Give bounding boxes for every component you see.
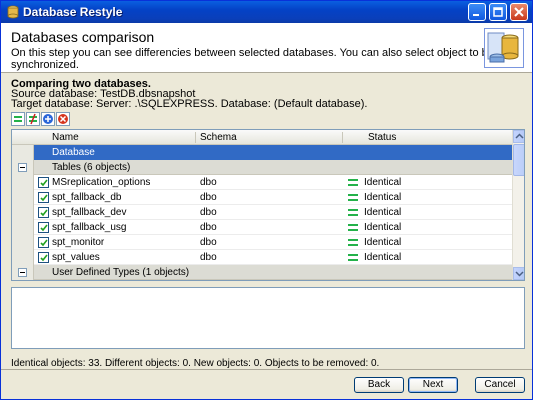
group-label: Tables (6 objects)	[52, 162, 131, 173]
target-database-label: Target database: Server: .\SQLEXPRESS. D…	[11, 98, 368, 110]
grid-vertical-scrollbar[interactable]	[512, 130, 524, 280]
close-icon	[514, 7, 524, 17]
maximize-button[interactable]	[489, 3, 507, 21]
object-schema: dbo	[200, 192, 217, 203]
show-removed-button[interactable]	[56, 112, 70, 126]
table-row[interactable]: spt_monitor dbo Identical	[12, 235, 512, 250]
window-title: Database Restyle	[23, 5, 123, 19]
sync-checkbox[interactable]	[38, 177, 49, 188]
table-row[interactable]: MSreplication_options dbo Identical	[12, 175, 512, 190]
comparison-info: Comparing two databases. Source database…	[11, 79, 368, 110]
object-status: Identical	[364, 252, 402, 263]
database-label: Database	[52, 147, 95, 158]
next-button[interactable]: Next	[408, 377, 458, 393]
comparison-grid[interactable]: Name Schema Status Database Tables (6 ob…	[11, 129, 525, 281]
table-row[interactable]: spt_fallback_usg dbo Identical	[12, 220, 512, 235]
group-row-tables[interactable]: Tables (6 objects)	[12, 160, 512, 175]
wizard-header: Databases comparison On this step you ca…	[1, 23, 532, 73]
add-circle-icon	[43, 114, 53, 124]
sync-checkbox[interactable]	[38, 237, 49, 248]
identical-icon	[348, 179, 358, 186]
sync-checkbox[interactable]	[38, 207, 49, 218]
object-status: Identical	[364, 207, 402, 218]
remove-circle-icon	[58, 114, 68, 124]
object-status: Identical	[364, 177, 402, 188]
object-name: MSreplication_options	[52, 177, 151, 188]
object-schema: dbo	[200, 222, 217, 233]
sync-checkbox[interactable]	[38, 222, 49, 233]
database-compare-icon	[484, 28, 524, 68]
identical-icon	[348, 224, 358, 231]
back-button[interactable]: Back	[354, 377, 404, 393]
database-app-icon	[7, 5, 19, 19]
scroll-thumb[interactable]	[513, 144, 524, 176]
object-schema: dbo	[200, 252, 217, 263]
object-name: spt_fallback_usg	[52, 222, 127, 233]
object-name: spt_values	[52, 252, 100, 263]
show-new-button[interactable]	[41, 112, 55, 126]
group-label: User Defined Types (1 objects)	[52, 267, 190, 278]
identical-icon	[348, 209, 358, 216]
checkmark-icon	[40, 179, 48, 187]
object-status: Identical	[364, 222, 402, 233]
checkmark-icon	[40, 194, 48, 202]
checkmark-icon	[40, 254, 48, 262]
identical-icon	[348, 239, 358, 246]
checkmark-icon	[40, 209, 48, 217]
object-name: spt_monitor	[52, 237, 105, 248]
minimize-icon	[473, 14, 479, 16]
wizard-window: Database Restyle Databases comparison On…	[0, 0, 533, 400]
object-schema: dbo	[200, 237, 217, 248]
group-row-user-defined-types[interactable]: User Defined Types (1 objects)	[12, 265, 512, 280]
cancel-button[interactable]: Cancel	[475, 377, 525, 393]
object-details-pane[interactable]	[11, 287, 525, 349]
object-schema: dbo	[200, 177, 217, 188]
checkmark-icon	[40, 239, 48, 247]
collapse-icon[interactable]	[18, 268, 27, 277]
table-row[interactable]: spt_fallback_db dbo Identical	[12, 190, 512, 205]
show-different-button[interactable]	[26, 112, 40, 126]
collapse-icon[interactable]	[18, 163, 27, 172]
footer-divider	[1, 369, 532, 370]
scroll-up-button[interactable]	[513, 130, 524, 143]
comparison-summary: Identical objects: 33. Different objects…	[11, 358, 380, 369]
title-bar[interactable]: Database Restyle	[1, 1, 532, 23]
minimize-button[interactable]	[468, 3, 486, 21]
object-schema: dbo	[200, 207, 217, 218]
page-title: Databases comparison	[11, 29, 155, 45]
checkmark-icon	[40, 224, 48, 232]
column-header-name[interactable]: Name	[52, 132, 79, 143]
object-status: Identical	[364, 192, 402, 203]
not-equal-icon	[29, 113, 37, 125]
sync-checkbox[interactable]	[38, 192, 49, 203]
chevron-up-icon	[515, 133, 524, 139]
chevron-down-icon	[515, 271, 524, 277]
object-name: spt_fallback_db	[52, 192, 122, 203]
object-status: Identical	[364, 237, 402, 248]
scroll-down-button[interactable]	[513, 267, 524, 280]
identical-icon	[348, 254, 358, 261]
table-row[interactable]: spt_fallback_dev dbo Identical	[12, 205, 512, 220]
grid-header: Name Schema Status	[12, 130, 512, 145]
show-identical-button[interactable]	[11, 112, 25, 126]
database-row[interactable]: Database	[12, 145, 512, 160]
column-header-status[interactable]: Status	[368, 132, 396, 143]
page-subtitle: On this step you can see differencies be…	[11, 47, 494, 71]
table-row[interactable]: spt_values dbo Identical	[12, 250, 512, 265]
identical-icon	[348, 194, 358, 201]
sync-checkbox[interactable]	[38, 252, 49, 263]
maximize-icon	[493, 7, 503, 17]
column-header-schema[interactable]: Schema	[200, 132, 237, 143]
object-name: spt_fallback_dev	[52, 207, 127, 218]
equal-icon	[14, 116, 22, 122]
close-button[interactable]	[510, 3, 528, 21]
